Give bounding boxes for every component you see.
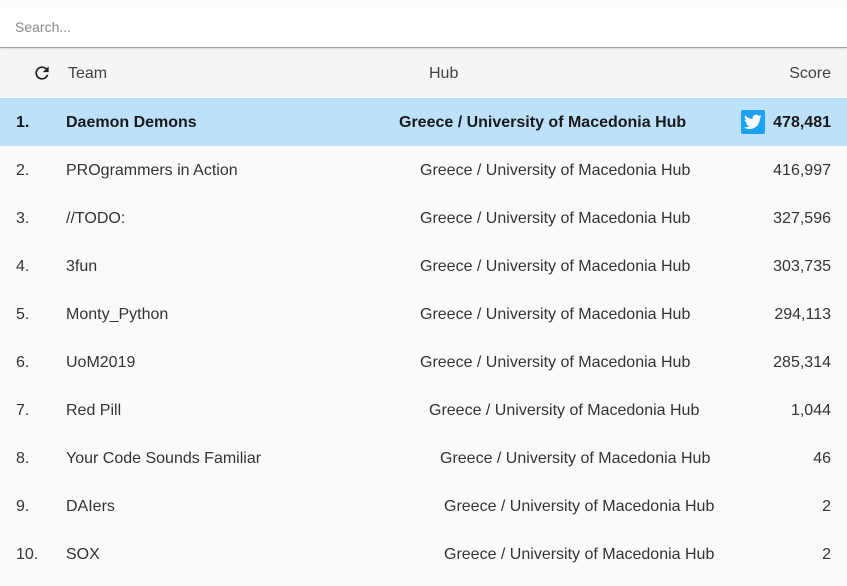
rank: 9. [16, 498, 30, 515]
table-row[interactable]: 4. 3fun Greece / University of Macedonia… [0, 242, 847, 290]
table-row[interactable]: 6. UoM2019 Greece / University of Macedo… [0, 338, 847, 386]
hub-name: Greece / University of Macedonia Hub [420, 258, 691, 275]
score: 46 [813, 450, 831, 467]
rank: 4. [16, 258, 30, 275]
team-name: 3fun [66, 258, 98, 275]
table-row[interactable]: 8. Your Code Sounds Familiar Greece / Un… [0, 434, 847, 482]
search-input[interactable] [0, 7, 847, 47]
team-name: DAIers [66, 498, 115, 515]
table-row[interactable]: 2. PROgrammers in Action Greece / Univer… [0, 146, 847, 194]
hub-name: Greece / University of Macedonia Hub [444, 546, 715, 563]
hub-name: Greece / University of Macedonia Hub [420, 306, 691, 323]
rank: 7. [16, 402, 30, 419]
rank: 5. [16, 306, 30, 323]
rank: 1. [16, 114, 30, 131]
hub-name: Greece / University of Macedonia Hub [420, 354, 691, 371]
score: 285,314 [773, 354, 831, 371]
rank: 3. [16, 210, 30, 227]
team-name: SOX [66, 546, 100, 563]
score: 303,735 [773, 258, 831, 275]
hub-column-header[interactable]: Hub [429, 65, 458, 83]
team-name: UoM2019 [66, 354, 136, 371]
score: 294,113 [774, 306, 831, 323]
table-row[interactable]: 7. Red Pill Greece / University of Maced… [0, 386, 847, 434]
hub-name: Greece / University of Macedonia Hub [429, 402, 700, 419]
team-column-header[interactable]: Team [68, 65, 107, 83]
team-name: PROgrammers in Action [66, 162, 238, 179]
score: 416,997 [773, 162, 831, 179]
rank: 10. [16, 546, 39, 563]
table-row[interactable]: 1. Daemon Demons Greece / University of … [0, 98, 847, 146]
hub-name: Greece / University of Macedonia Hub [444, 498, 715, 515]
hub-name: Greece / University of Macedonia Hub [420, 210, 691, 227]
score: 327,596 [773, 210, 831, 227]
score: 1,044 [790, 402, 831, 419]
score: 2 [822, 498, 831, 515]
team-name: Your Code Sounds Familiar [66, 450, 262, 467]
score: 2 [822, 546, 831, 563]
hub-name: Greece / University of Macedonia Hub [420, 162, 691, 179]
team-name: Red Pill [66, 402, 122, 419]
table-header: Team Hub Score [0, 50, 847, 97]
team-name: //TODO: [66, 210, 126, 227]
team-name: Monty_Python [66, 306, 169, 323]
refresh-icon[interactable] [32, 63, 52, 83]
rank: 2. [16, 162, 30, 179]
leaderboard-rows: 1. Daemon Demons Greece / University of … [0, 98, 847, 578]
table-row[interactable]: 5. Monty_Python Greece / University of M… [0, 290, 847, 338]
hub-name: Greece / University of Macedonia Hub [440, 450, 711, 467]
team-name: Daemon Demons [66, 114, 197, 131]
rank: 8. [16, 450, 30, 467]
table-row[interactable]: 9. DAIers Greece / University of Macedon… [0, 482, 847, 530]
rank: 6. [16, 354, 30, 371]
table-row[interactable]: 3. //TODO: Greece / University of Macedo… [0, 194, 847, 242]
score-column-header[interactable]: Score [789, 65, 831, 83]
score: 478,481 [773, 114, 831, 131]
search-bar [0, 7, 847, 48]
hub-name: Greece / University of Macedonia Hub [399, 114, 687, 131]
twitter-icon[interactable] [741, 110, 765, 134]
table-row[interactable]: 10. SOX Greece / University of Macedonia… [0, 530, 847, 578]
